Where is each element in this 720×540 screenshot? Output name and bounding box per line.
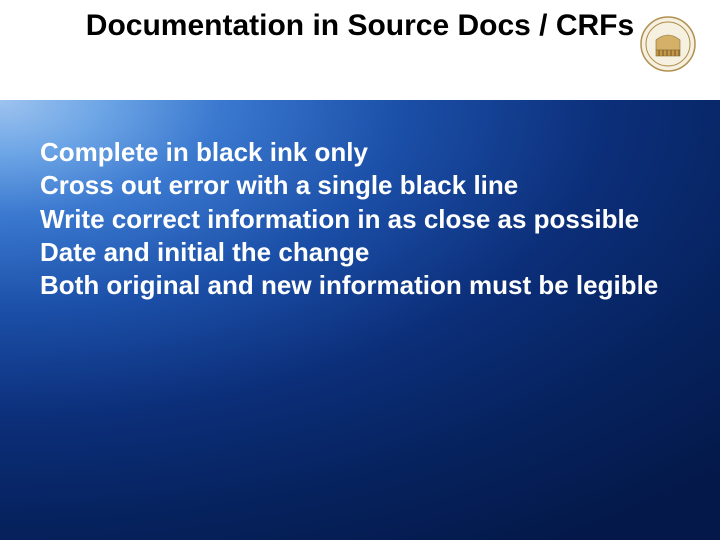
list-item: Both original and new information must b… [40,269,680,302]
slide-body: Complete in black ink only Cross out err… [0,100,720,540]
list-item: Complete in black ink only [40,136,680,169]
bullet-list: Complete in black ink only Cross out err… [40,136,680,302]
list-item: Cross out error with a single black line [40,169,680,202]
slide-header: Documentation in Source Docs / CRFs [0,0,720,100]
list-item: Write correct information in as close as… [40,203,680,236]
seal-icon [640,16,696,72]
slide: Documentation in Source Docs / CRFs Comp… [0,0,720,540]
list-item: Date and initial the change [40,236,680,269]
slide-title: Documentation in Source Docs / CRFs [60,6,660,45]
